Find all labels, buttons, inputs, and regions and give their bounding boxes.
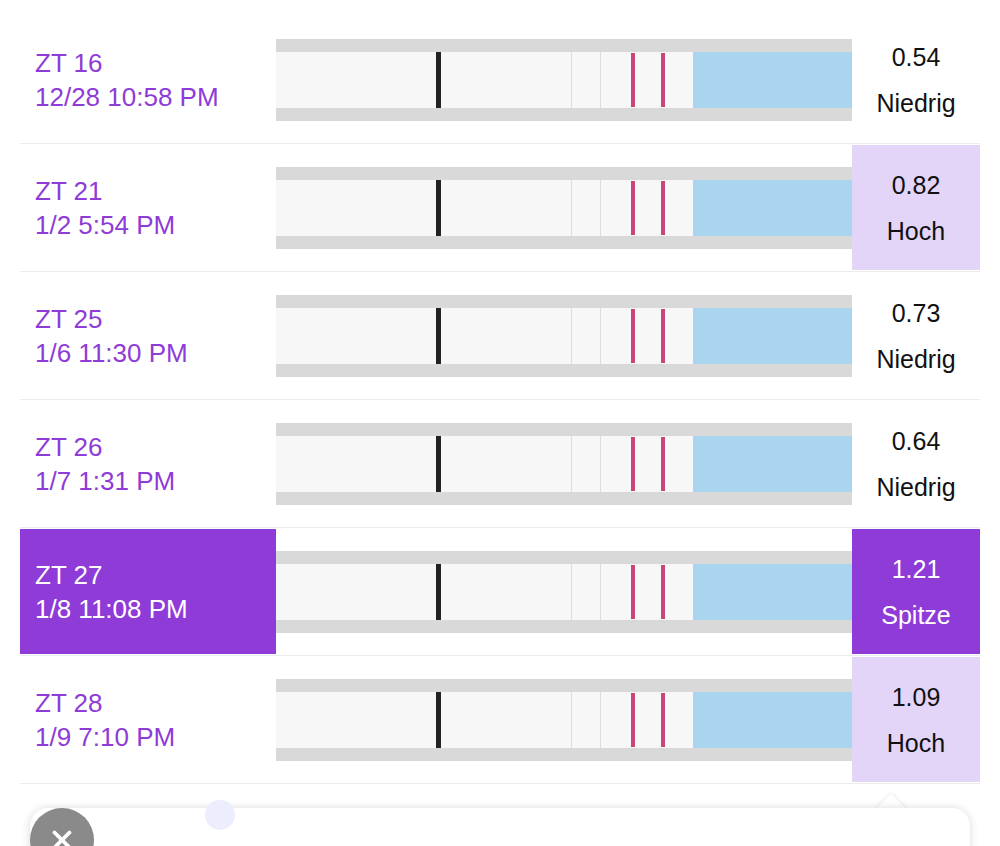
lh-ratio: 0.82 <box>892 162 941 208</box>
test-row[interactable]: ZT 1612/28 10:58 PM 0.54Niedrig <box>20 16 980 144</box>
test-date-cell: ZT 281/9 7:10 PM <box>20 657 276 782</box>
result-cell: 0.73Niedrig <box>852 273 980 398</box>
result-cell: 0.54Niedrig <box>852 17 980 142</box>
test-datetime: 1/9 7:10 PM <box>35 720 276 754</box>
test-list: ZT 1612/28 10:58 PM0.54NiedrigZT 211/2 5… <box>0 16 1000 784</box>
result-label: Spitze <box>881 592 950 638</box>
lh-ratio: 1.21 <box>892 546 941 592</box>
test-date-cell: ZT 261/7 1:31 PM <box>20 401 276 526</box>
lh-test-list-screen: ZT 1612/28 10:58 PM0.54NiedrigZT 211/2 5… <box>0 0 1000 846</box>
test-date-cell: ZT 271/8 11:08 PM <box>20 529 276 654</box>
test-row[interactable]: ZT 251/6 11:30 PM 0.73Niedrig <box>20 272 980 400</box>
test-datetime: 12/28 10:58 PM <box>35 80 276 114</box>
test-strip-photo <box>276 39 852 121</box>
cycle-day: ZT 27 <box>35 558 276 592</box>
test-strip-photo <box>276 295 852 377</box>
lh-ratio: 0.54 <box>892 34 941 80</box>
lh-ratio: 0.64 <box>892 418 941 464</box>
result-cell: 0.82Hoch <box>852 145 980 270</box>
lh-ratio: 1.09 <box>892 674 941 720</box>
test-datetime: 1/6 11:30 PM <box>35 336 276 370</box>
lh-ratio: 0.73 <box>892 290 941 336</box>
cycle-day: ZT 26 <box>35 430 276 464</box>
close-icon <box>47 825 77 846</box>
test-datetime: 1/2 5:54 PM <box>35 208 276 242</box>
result-label: Niedrig <box>876 464 955 510</box>
test-date-cell: ZT 211/2 5:54 PM <box>20 145 276 270</box>
cycle-day: ZT 25 <box>35 302 276 336</box>
info-popup <box>30 808 970 846</box>
test-strip-photo <box>276 423 852 505</box>
test-row[interactable]: ZT 211/2 5:54 PM 0.82Hoch <box>20 144 980 272</box>
result-cell: 0.64Niedrig <box>852 401 980 526</box>
test-row[interactable]: ZT 271/8 11:08 PM 1.21Spitze <box>20 528 980 656</box>
result-cell: 1.09Hoch <box>852 657 980 782</box>
test-datetime: 1/7 1:31 PM <box>35 464 276 498</box>
result-cell: 1.21Spitze <box>852 529 980 654</box>
close-button[interactable] <box>30 808 94 846</box>
test-strip-photo <box>276 167 852 249</box>
result-label: Niedrig <box>876 80 955 126</box>
cycle-day: ZT 21 <box>35 174 276 208</box>
test-strip-photo <box>276 551 852 633</box>
test-strip-photo <box>276 679 852 761</box>
result-label: Hoch <box>887 208 945 254</box>
test-row[interactable]: ZT 281/9 7:10 PM 1.09Hoch <box>20 656 980 784</box>
result-label: Hoch <box>887 720 945 766</box>
indicator-dot <box>205 800 235 830</box>
test-date-cell: ZT 251/6 11:30 PM <box>20 273 276 398</box>
test-row[interactable]: ZT 261/7 1:31 PM 0.64Niedrig <box>20 400 980 528</box>
test-date-cell: ZT 1612/28 10:58 PM <box>20 17 276 142</box>
result-label: Niedrig <box>876 336 955 382</box>
cycle-day: ZT 16 <box>35 46 276 80</box>
test-datetime: 1/8 11:08 PM <box>35 592 276 626</box>
cycle-day: ZT 28 <box>35 686 276 720</box>
